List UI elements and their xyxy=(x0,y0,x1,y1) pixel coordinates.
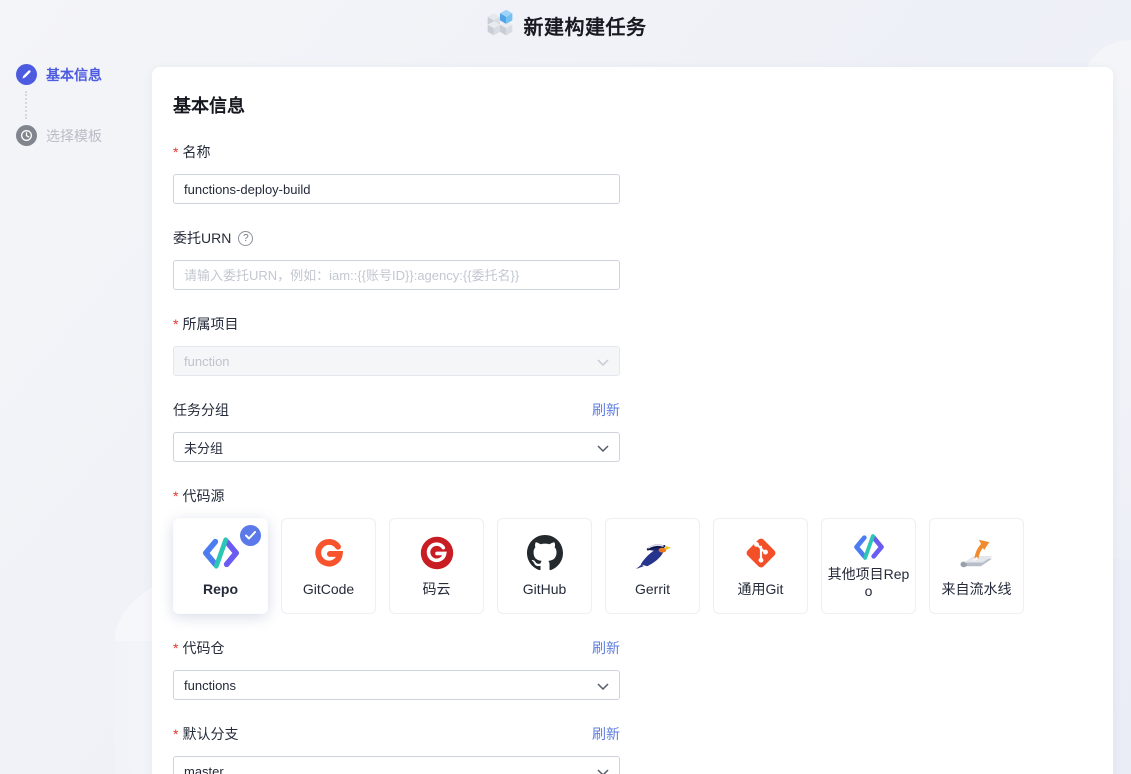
section-title: 基本信息 xyxy=(173,96,245,116)
source-tile-gerrit[interactable]: Gerrit xyxy=(605,518,700,614)
source-label: 代码源 xyxy=(182,488,225,504)
edit-icon xyxy=(16,64,37,85)
source-tile-label: 来自流水线 xyxy=(941,580,1012,597)
github-icon xyxy=(526,534,563,572)
group-select[interactable]: 未分组 xyxy=(173,432,620,462)
name-label: 名称 xyxy=(182,144,211,160)
required-asterisk: * xyxy=(173,726,179,742)
form-card: 基本信息 * 名称 委托URN ? * 所属项目 function xyxy=(152,67,1113,774)
question-icon[interactable]: ? xyxy=(238,230,254,246)
source-tile-label: Gerrit xyxy=(635,580,670,597)
source-tiles: Repo GitCode 码云 GitHub Gerrit 通用Git 其他项目… xyxy=(173,518,1113,614)
field-branch: * 默认分支 刷新 master xyxy=(173,724,620,774)
field-repo: * 代码仓 刷新 functions xyxy=(173,638,620,700)
refresh-repo-link[interactable]: 刷新 xyxy=(592,638,620,658)
source-tile-git[interactable]: 通用Git xyxy=(713,518,808,614)
check-icon xyxy=(240,525,261,546)
clock-icon xyxy=(16,125,37,146)
field-urn: 委托URN ? xyxy=(173,228,620,290)
name-input[interactable] xyxy=(173,174,620,204)
source-tile-other-repo[interactable]: 其他项目Repo xyxy=(821,518,916,614)
step-select-template[interactable]: 选择模板 xyxy=(16,125,102,146)
repo-select-value: functions xyxy=(184,677,237,693)
source-tile-github[interactable]: GitHub xyxy=(497,518,592,614)
refresh-group-link[interactable]: 刷新 xyxy=(592,400,620,420)
source-tile-label: Repo xyxy=(203,580,238,597)
source-tile-label: 码云 xyxy=(422,580,451,597)
pipeline-icon xyxy=(958,534,996,572)
codearts-repo-icon xyxy=(853,532,885,562)
source-tile-label: 其他项目Repo xyxy=(827,565,910,600)
project-select-value: function xyxy=(184,353,230,369)
git-icon xyxy=(743,534,779,572)
project-label: 所属项目 xyxy=(182,316,239,332)
project-select: function xyxy=(173,346,620,376)
required-asterisk: * xyxy=(173,488,179,504)
gitee-icon xyxy=(419,534,455,572)
gitcode-icon xyxy=(311,534,347,572)
required-asterisk: * xyxy=(173,640,179,656)
branch-select-value: master xyxy=(184,763,224,774)
chevron-down-icon xyxy=(597,354,609,369)
repo-label: 代码仓 xyxy=(182,640,225,656)
field-project: * 所属项目 function xyxy=(173,314,620,376)
page-title: 新建构建任务 xyxy=(523,16,647,39)
step-label: 基本信息 xyxy=(46,66,102,83)
branch-label: 默认分支 xyxy=(182,726,239,742)
field-source: * 代码源 Repo GitCode 码云 GitHub Gerrit 通用Gi… xyxy=(173,486,1113,614)
source-tile-gitcode[interactable]: GitCode xyxy=(281,518,376,614)
repo-select[interactable]: functions xyxy=(173,670,620,700)
step-label: 选择模板 xyxy=(46,127,102,144)
page-header: 新建构建任务 xyxy=(0,7,1131,43)
chevron-down-icon xyxy=(597,678,609,693)
group-select-value: 未分组 xyxy=(184,440,224,456)
field-name: * 名称 xyxy=(173,142,620,204)
source-tile-label: GitCode xyxy=(302,580,355,597)
source-tile-repo[interactable]: Repo xyxy=(173,518,268,614)
chevron-down-icon xyxy=(597,764,609,774)
group-label: 任务分组 xyxy=(173,402,229,418)
urn-label: 委托URN xyxy=(173,230,232,246)
step-connector xyxy=(25,91,27,119)
step-nav: 基本信息 选择模板 xyxy=(16,64,102,146)
required-asterisk: * xyxy=(173,316,179,332)
gerrit-icon xyxy=(634,534,672,572)
required-asterisk: * xyxy=(173,144,179,160)
source-tile-label: GitHub xyxy=(522,580,567,597)
build-cubes-icon xyxy=(485,8,515,43)
codearts-repo-icon xyxy=(202,534,240,572)
source-tile-gitee[interactable]: 码云 xyxy=(389,518,484,614)
branch-select[interactable]: master xyxy=(173,756,620,774)
chevron-down-icon xyxy=(597,440,609,455)
step-basic-info[interactable]: 基本信息 xyxy=(16,64,102,85)
source-tile-pipeline[interactable]: 来自流水线 xyxy=(929,518,1024,614)
source-tile-label: 通用Git xyxy=(737,580,784,597)
refresh-branch-link[interactable]: 刷新 xyxy=(592,724,620,744)
field-group: 任务分组 刷新 未分组 xyxy=(173,400,620,462)
urn-input[interactable] xyxy=(173,260,620,290)
